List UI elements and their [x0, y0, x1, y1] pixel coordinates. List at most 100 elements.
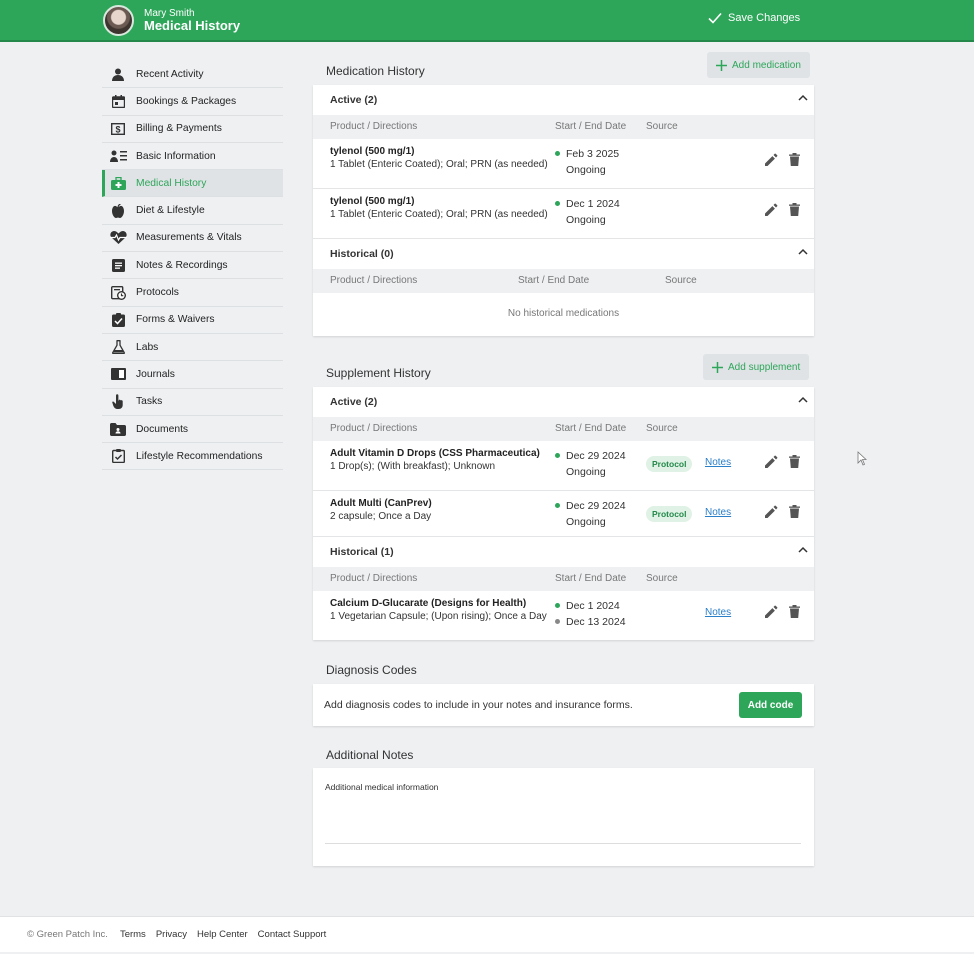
folder-icon [109, 421, 127, 437]
footer-link-contact-support[interactable]: Contact Support [258, 929, 327, 940]
sidebar-item-notes[interactable]: Notes & Recordings [102, 252, 283, 280]
notes-link[interactable]: Notes [705, 507, 731, 518]
sidebar-item-label: Notes & Recordings [136, 259, 228, 271]
table-row: Calcium D-Glucarate (Designs for Health)… [313, 591, 814, 640]
sidebar-item-label: Forms & Waivers [136, 314, 215, 326]
sidebar-item-label: Bookings & Packages [136, 95, 237, 107]
footer-link-privacy[interactable]: Privacy [156, 929, 187, 940]
sidebar-item-label: Measurements & Vitals [136, 232, 242, 244]
chevron-up-icon[interactable] [798, 546, 808, 553]
sidebar-item-diet[interactable]: Diet & Lifestyle [102, 197, 283, 225]
product-name: Adult Multi (CanPrev) [330, 498, 432, 509]
empty-state-text: No historical medications [507, 308, 620, 319]
add-medication-label: Add medication [732, 59, 801, 71]
supplement-historical-header[interactable]: Historical (1) [313, 537, 814, 567]
sidebar-item-basic-info[interactable]: Basic Information [102, 143, 283, 171]
col-product: Product / Directions [330, 573, 418, 584]
col-source: Source [646, 573, 678, 584]
delete-trash-icon[interactable] [789, 203, 800, 216]
checklist-icon [109, 448, 127, 464]
sidebar-item-protocols[interactable]: Protocols [102, 279, 283, 307]
supplement-active-column-header: Product / Directions Start / End Date So… [313, 417, 814, 441]
source-badge: Protocol [646, 506, 693, 522]
diagnosis-description: Add diagnosis codes to include in your n… [324, 699, 633, 711]
edit-pencil-icon[interactable] [765, 203, 778, 216]
chevron-up-icon[interactable] [798, 396, 808, 403]
col-source: Source [646, 121, 678, 132]
footer-link-help-center[interactable]: Help Center [197, 929, 248, 940]
additional-notes-input[interactable] [325, 782, 801, 844]
delete-trash-icon[interactable] [789, 153, 800, 166]
medication-active-title: Active (2) [330, 94, 378, 106]
calendar-icon [109, 93, 127, 109]
delete-trash-icon[interactable] [789, 505, 800, 518]
page-title: Medical History [144, 18, 241, 33]
dates-cell: Feb 3 2025 Ongoing [555, 146, 619, 178]
delete-trash-icon[interactable] [789, 605, 800, 618]
sidebar-item-billing[interactable]: $ Billing & Payments [102, 116, 283, 143]
supplement-historical-column-header: Product / Directions Start / End Date So… [313, 567, 814, 591]
sidebar-item-measurements[interactable]: Measurements & Vitals [102, 225, 283, 253]
sidebar-item-forms[interactable]: Forms & Waivers [102, 307, 283, 334]
dates-cell: Dec 29 2024 Ongoing [555, 448, 626, 480]
sidebar-item-documents[interactable]: Documents [102, 416, 283, 444]
supplement-active-title: Active (2) [330, 396, 378, 408]
col-dates: Start / End Date [518, 275, 590, 286]
avatar[interactable] [103, 5, 134, 36]
additional-notes-title: Additional Notes [326, 748, 414, 762]
footer: © Green Patch Inc. Terms Privacy Help Ce… [0, 916, 974, 952]
sidebar-item-label: Labs [136, 341, 159, 353]
edit-pencil-icon[interactable] [765, 505, 778, 518]
medication-historical-title: Historical (0) [330, 248, 394, 260]
top-bar: Mary Smith Medical History Save Changes [0, 0, 974, 42]
clipboard-check-icon [109, 312, 127, 328]
sidebar-item-lifestyle-recommendations[interactable]: Lifestyle Recommendations [102, 443, 283, 471]
product-name: tylenol (500 mg/1) [330, 196, 415, 207]
delete-trash-icon[interactable] [789, 455, 800, 468]
product-name: Adult Vitamin D Drops (CSS Pharmaceutica… [330, 448, 540, 459]
sidebar-item-label: Tasks [136, 396, 163, 408]
tasks-icon [109, 394, 127, 410]
protocol-icon [109, 285, 127, 301]
sidebar-item-recent-activity[interactable]: Recent Activity [102, 61, 283, 89]
footer-link-terms[interactable]: Terms [120, 929, 146, 940]
add-medication-button[interactable]: Add medication [707, 52, 810, 78]
start-date: Dec 1 2024 [566, 600, 620, 612]
medication-historical-column-header: Product / Directions Start / End Date So… [313, 269, 814, 293]
end-dot [555, 618, 560, 624]
chevron-up-icon[interactable] [798, 94, 808, 101]
add-supplement-button[interactable]: Add supplement [703, 354, 810, 380]
sidebar-item-label: Medical History [136, 177, 207, 189]
sidebar-item-tasks[interactable]: Tasks [102, 389, 283, 416]
chevron-up-icon[interactable] [798, 248, 808, 255]
medication-active-column-header: Product / Directions Start / End Date So… [313, 115, 814, 139]
product-cell: Calcium D-Glucarate (Designs for Health)… [330, 598, 548, 623]
notes-link[interactable]: Notes [705, 457, 731, 468]
notes-link[interactable]: Notes [705, 607, 731, 618]
col-source: Source [646, 423, 678, 434]
col-source: Source [665, 275, 697, 286]
edit-pencil-icon[interactable] [765, 153, 778, 166]
sidebar-item-labs[interactable]: Labs [102, 334, 283, 362]
save-changes-button[interactable]: Save Changes [708, 12, 800, 24]
supplement-active-header[interactable]: Active (2) [313, 387, 814, 417]
product-cell: tylenol (500 mg/1) 1 Tablet (Enteric Coat… [330, 196, 548, 221]
add-code-button[interactable]: Add code [739, 692, 802, 718]
sidebar-item-bookings[interactable]: Bookings & Packages [102, 88, 283, 116]
flask-icon [109, 339, 127, 355]
sidebar-item-journals[interactable]: Journals [102, 361, 283, 389]
sidebar-item-medical-history[interactable]: Medical History [102, 170, 283, 198]
medication-active-header[interactable]: Active (2) [313, 85, 814, 115]
sidebar-item-label: Basic Information [136, 150, 216, 162]
table-row: Adult Vitamin D Drops (CSS Pharmaceutica… [313, 441, 814, 491]
col-dates: Start / End Date [555, 121, 627, 132]
table-row: tylenol (500 mg/1) 1 Tablet (Enteric Coat… [313, 139, 814, 189]
sidebar-item-label: Recent Activity [136, 68, 204, 80]
sidebar-item-label: Diet & Lifestyle [136, 205, 205, 217]
add-supplement-label: Add supplement [728, 361, 801, 373]
edit-pencil-icon[interactable] [765, 605, 778, 618]
medication-historical-header[interactable]: Historical (0) [313, 239, 814, 269]
col-dates: Start / End Date [555, 423, 627, 434]
edit-pencil-icon[interactable] [765, 455, 778, 468]
end-date: Ongoing [566, 516, 606, 528]
